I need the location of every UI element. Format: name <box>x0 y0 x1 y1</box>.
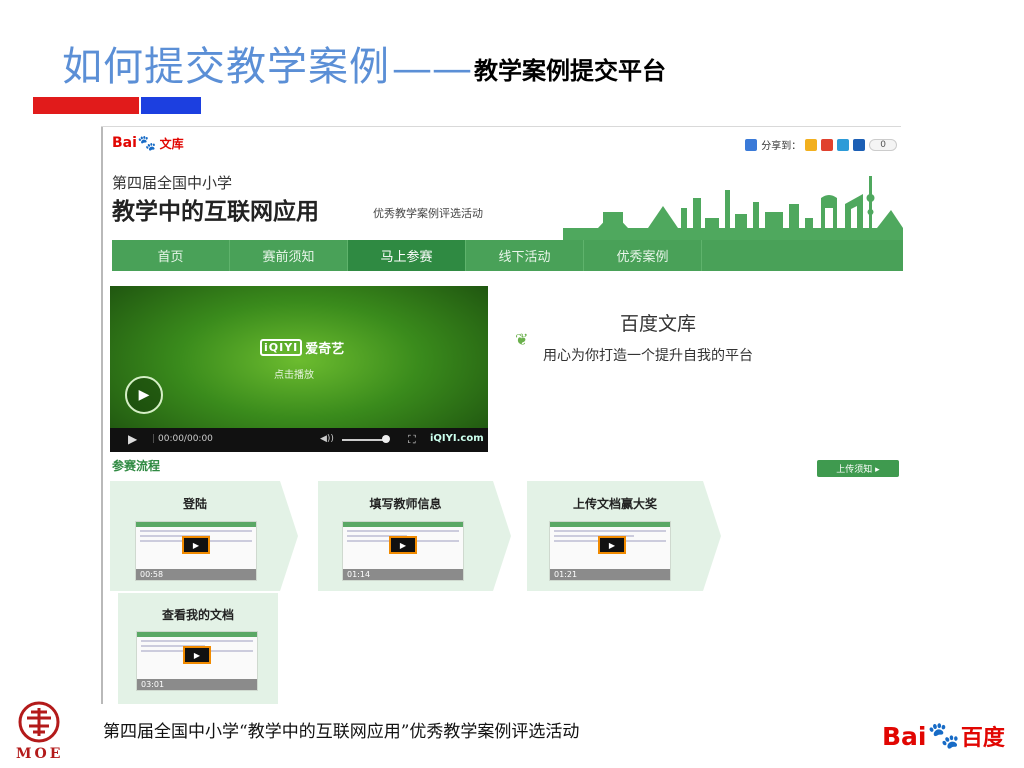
step-duration: 01:14 <box>343 569 463 580</box>
moe-text: MOE <box>16 746 64 762</box>
slide-title: 如何提交教学案例 —— 教学案例提交平台 <box>62 40 666 92</box>
sprout-icon: ❦ <box>515 330 529 349</box>
volume-slider[interactable] <box>342 439 386 441</box>
baidu-logo: Bai 🐾 百度 <box>882 720 1005 752</box>
step-thumbnail[interactable]: ▶ 03:01 <box>136 631 258 691</box>
step-label: 填写教师信息 <box>369 497 442 511</box>
step-duration: 00:58 <box>136 569 256 580</box>
nav-item-join-now[interactable]: 马上参赛 <box>348 240 466 271</box>
slide-title-main: 如何提交教学案例 <box>62 44 390 90</box>
step-arrow <box>280 481 298 591</box>
step-duration: 01:21 <box>550 569 670 580</box>
play-button-icon[interactable]: ▶ <box>128 432 137 446</box>
renren-icon[interactable] <box>853 138 866 151</box>
nav-item-guidelines[interactable]: 赛前须知 <box>230 240 348 271</box>
share-label: 分享到： <box>761 141 802 152</box>
decor-bar-red <box>33 97 139 114</box>
step-card-my-docs[interactable]: 查看我的文档 ▶ 03:01 <box>118 593 278 704</box>
step-duration: 03:01 <box>137 679 257 690</box>
tencent-icon[interactable] <box>837 138 850 151</box>
step-thumbnail[interactable]: ▶ 01:21 <box>549 521 671 581</box>
slide-title-sub: 教学案例提交平台 <box>474 57 666 85</box>
upload-guidelines-button[interactable]: 上传须知 ▸ <box>817 460 899 477</box>
paw-icon: 🐾 <box>137 134 157 152</box>
step-thumbnail[interactable]: ▶ 00:58 <box>135 521 257 581</box>
baidu-logo-bai: Bai <box>882 721 927 751</box>
play-icon[interactable]: ▶ <box>598 536 626 554</box>
fullscreen-icon[interactable]: ⛶ <box>408 433 416 447</box>
nav-item-home[interactable]: 首页 <box>112 240 230 271</box>
logo-text-wenku: 文库 <box>159 136 184 151</box>
headline-small: 第四届全国中小学 <box>112 174 233 192</box>
volume-slider-handle[interactable] <box>382 435 390 443</box>
share-bar: 分享到： 0 <box>745 137 897 152</box>
baidu-wenku-logo[interactable]: Bai 🐾 文库 <box>112 134 184 152</box>
click-play-label[interactable]: 点击播放 <box>274 366 314 381</box>
wenku-slogan: 用心为你打造一个提升自我的平台 <box>543 348 753 364</box>
step-label: 查看我的文档 <box>161 608 234 622</box>
headline-big: 教学中的互联网应用 <box>112 199 319 225</box>
footer-text: 第四届全国中小学“教学中的互联网应用”优秀教学案例评选活动 <box>103 722 580 742</box>
webpage-screenshot: Bai 🐾 文库 分享到： 0 第四届全国中小学 教学中的互联网应用 优秀教学案… <box>101 126 903 704</box>
step-label: 上传文档赢大奖 <box>572 497 657 511</box>
share-plus-icon[interactable] <box>745 138 758 151</box>
step-label: 登陆 <box>182 497 207 511</box>
city-skyline-illustration <box>563 176 903 244</box>
step-card-teacher-info[interactable]: 填写教师信息 ▶ 01:14 <box>318 481 493 591</box>
step-thumbnail[interactable]: ▶ 01:14 <box>342 521 464 581</box>
headline-sub: 优秀教学案例评选活动 <box>373 207 483 220</box>
volume-icon[interactable]: ◀)) <box>320 434 334 444</box>
step-card-login[interactable]: 登陆 ▶ 00:58 <box>110 481 280 591</box>
logo-text-bai: Bai <box>112 135 137 151</box>
video-time: 00:00/00:00 <box>158 434 213 444</box>
nav-item-excellent-cases[interactable]: 优秀案例 <box>584 240 702 271</box>
baidu-logo-text: 百度 <box>960 726 1005 751</box>
play-icon[interactable]: ▶ <box>125 376 163 414</box>
paw-icon: 🐾 <box>927 721 960 751</box>
decor-bar-blue <box>141 97 201 114</box>
step-arrow <box>493 481 511 591</box>
slide-title-dash: —— <box>392 46 472 92</box>
process-label: 参赛流程 <box>112 459 161 473</box>
step-arrow <box>703 481 721 591</box>
screenshot-top-border <box>101 126 901 127</box>
iqiyi-logo-text: 爱奇艺 <box>305 342 345 357</box>
video-control-bar: ▶ | 00:00/00:00 ◀)) ⛶ iQIYI.com <box>110 428 488 452</box>
iqiyi-logo: iQIYI 爱奇艺 <box>260 338 344 357</box>
wenku-title: 百度文库 <box>620 313 697 335</box>
play-icon[interactable]: ▶ <box>389 536 417 554</box>
weibo-icon[interactable] <box>821 138 834 151</box>
qzone-icon[interactable] <box>805 138 818 151</box>
iqiyi-watermark: iQIYI.com <box>430 433 484 444</box>
nav-item-offline-events[interactable]: 线下活动 <box>466 240 584 271</box>
time-divider: | <box>152 434 156 444</box>
iqiyi-logo-box: iQIYI <box>260 339 303 356</box>
step-card-upload[interactable]: 上传文档赢大奖 ▶ 01:21 <box>527 481 703 591</box>
play-icon[interactable]: ▶ <box>182 536 210 554</box>
main-nav: 首页 赛前须知 马上参赛 线下活动 优秀案例 <box>112 240 903 271</box>
share-count: 0 <box>869 138 897 151</box>
play-icon[interactable]: ▶ <box>183 646 211 664</box>
